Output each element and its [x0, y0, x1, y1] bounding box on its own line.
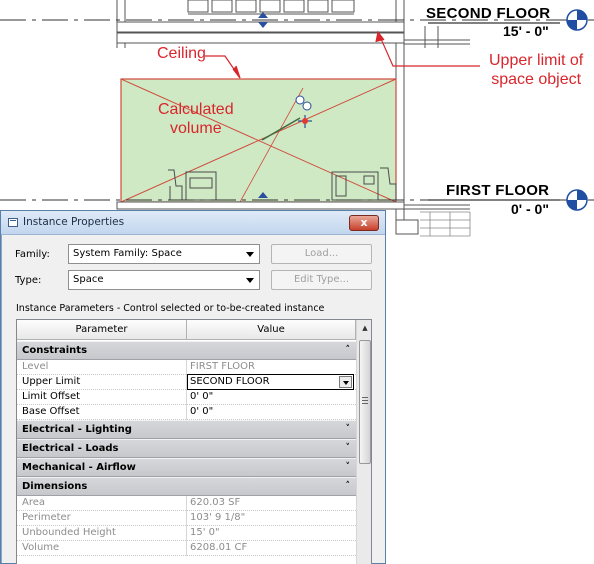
property-row: Level FIRST FLOOR [17, 360, 356, 375]
ceiling-callout: Ceiling [157, 45, 206, 62]
property-row[interactable]: Limit Offset 0' 0" [17, 390, 356, 405]
column-divider [186, 511, 187, 526]
property-name: Perimeter [22, 512, 71, 523]
group-header[interactable]: Dimensions ˄ [17, 477, 356, 496]
group-header[interactable]: Constraints ˄ [17, 341, 356, 360]
edit-type-button[interactable]: Edit Type... [271, 270, 372, 290]
group-name: Electrical - Loads [22, 443, 119, 454]
grid-header: Parameter Value [17, 320, 356, 340]
expand-chevron-icon[interactable]: ˅ [346, 440, 351, 457]
property-value[interactable]: 0' 0" [190, 390, 213, 404]
group-name: Electrical - Lighting [22, 424, 132, 435]
property-row[interactable]: Base Offset 0' 0" [17, 405, 356, 420]
value-column-header[interactable]: Value [187, 320, 356, 340]
property-value: 103' 9 1/8" [190, 512, 246, 523]
type-label: Type: [15, 275, 42, 286]
family-value: System Family: Space [73, 248, 182, 259]
property-name: Limit Offset [22, 391, 81, 402]
group-name: Constraints [22, 345, 88, 356]
group-header[interactable]: Electrical - Loads ˅ [17, 439, 356, 458]
upper-limit-callout-line2: space object [491, 71, 582, 88]
collapse-chevron-icon[interactable]: ˄ [346, 478, 351, 495]
property-row: Unbounded Height 15' 0" [17, 526, 356, 541]
upper-limit-callout-line1: Upper limit of [489, 52, 584, 69]
property-name: Upper Limit [22, 376, 81, 387]
property-name: Unbounded Height [22, 527, 116, 538]
property-row: Area 620.03 SF [17, 496, 356, 511]
calculated-volume-callout: Calculated volume [158, 100, 234, 138]
column-divider [186, 541, 187, 556]
property-name: Level [22, 361, 49, 372]
first-floor-label: FIRST FLOOR [446, 182, 550, 199]
property-name: Area [22, 497, 46, 508]
property-name: Base Offset [22, 406, 80, 417]
instance-parameters-label: Instance Parameters - Control selected o… [16, 303, 325, 314]
upper-limit-dropdown[interactable]: SECOND FLOOR [187, 374, 354, 390]
family-label: Family: [15, 249, 50, 260]
space-volume [120, 78, 397, 203]
property-value: FIRST FLOOR [190, 361, 255, 372]
column-divider [186, 526, 187, 541]
type-value: Space [73, 274, 104, 285]
column-divider [186, 390, 187, 405]
load-button[interactable]: Load... [271, 244, 372, 264]
dialog-title: Instance Properties [23, 216, 125, 228]
window-icon [8, 218, 18, 227]
close-button[interactable]: x [349, 215, 379, 231]
column-divider [186, 405, 187, 420]
chevron-down-icon[interactable] [339, 376, 352, 388]
property-value: SECOND FLOOR [190, 376, 270, 387]
column-divider [186, 360, 187, 375]
instance-properties-dialog: Instance Properties x Family: System Fam… [0, 210, 386, 564]
grid-rows: Constraints ˄ Level FIRST FLOOR Upper Limit S… [17, 341, 356, 556]
chevron-down-icon [246, 252, 254, 257]
property-value: 620.03 SF [190, 497, 241, 508]
close-icon: x [360, 216, 368, 229]
calc-volume-line2: volume [170, 120, 222, 137]
expand-chevron-icon[interactable]: ˅ [346, 459, 351, 476]
scroll-up-icon[interactable]: ▲ [357, 320, 371, 336]
property-row[interactable]: Upper Limit SECOND FLOOR [17, 374, 356, 390]
scroll-thumb[interactable] [359, 340, 371, 464]
dialog-titlebar[interactable]: Instance Properties x [1, 211, 385, 235]
type-dropdown[interactable]: Space [68, 270, 260, 290]
family-dropdown[interactable]: System Family: Space [68, 244, 260, 264]
group-name: Mechanical - Airflow [22, 462, 136, 473]
column-divider [186, 496, 187, 511]
chevron-down-icon [246, 278, 254, 283]
collapse-chevron-icon[interactable]: ˄ [346, 342, 351, 359]
second-floor-elevation: 15' - 0" [503, 23, 549, 39]
upper-limit-callout: Upper limit of space object [489, 51, 583, 89]
expand-chevron-icon[interactable]: ˅ [346, 421, 351, 438]
grip-icon [362, 397, 368, 404]
property-value: 15' 0" [190, 527, 220, 538]
property-row: Volume 6208.01 CF [17, 541, 356, 556]
group-header[interactable]: Electrical - Lighting ˅ [17, 420, 356, 439]
vertical-scrollbar[interactable]: ▲ [356, 320, 371, 564]
parameter-column-header[interactable]: Parameter [17, 320, 187, 340]
second-floor-label: SECOND FLOOR [426, 5, 551, 22]
property-value[interactable]: 0' 0" [190, 405, 213, 419]
upper-furniture [187, 0, 355, 15]
calc-volume-line1: Calculated [158, 101, 234, 118]
properties-grid: Parameter Value Constraints ˄ Level FIRST F… [16, 319, 372, 564]
first-floor-elevation: 0' - 0" [511, 201, 549, 217]
property-name: Volume [22, 542, 60, 553]
property-row: Perimeter 103' 9 1/8" [17, 511, 356, 526]
group-header[interactable]: Mechanical - Airflow ˅ [17, 458, 356, 477]
group-name: Dimensions [22, 481, 88, 492]
property-value: 6208.01 CF [190, 542, 248, 553]
